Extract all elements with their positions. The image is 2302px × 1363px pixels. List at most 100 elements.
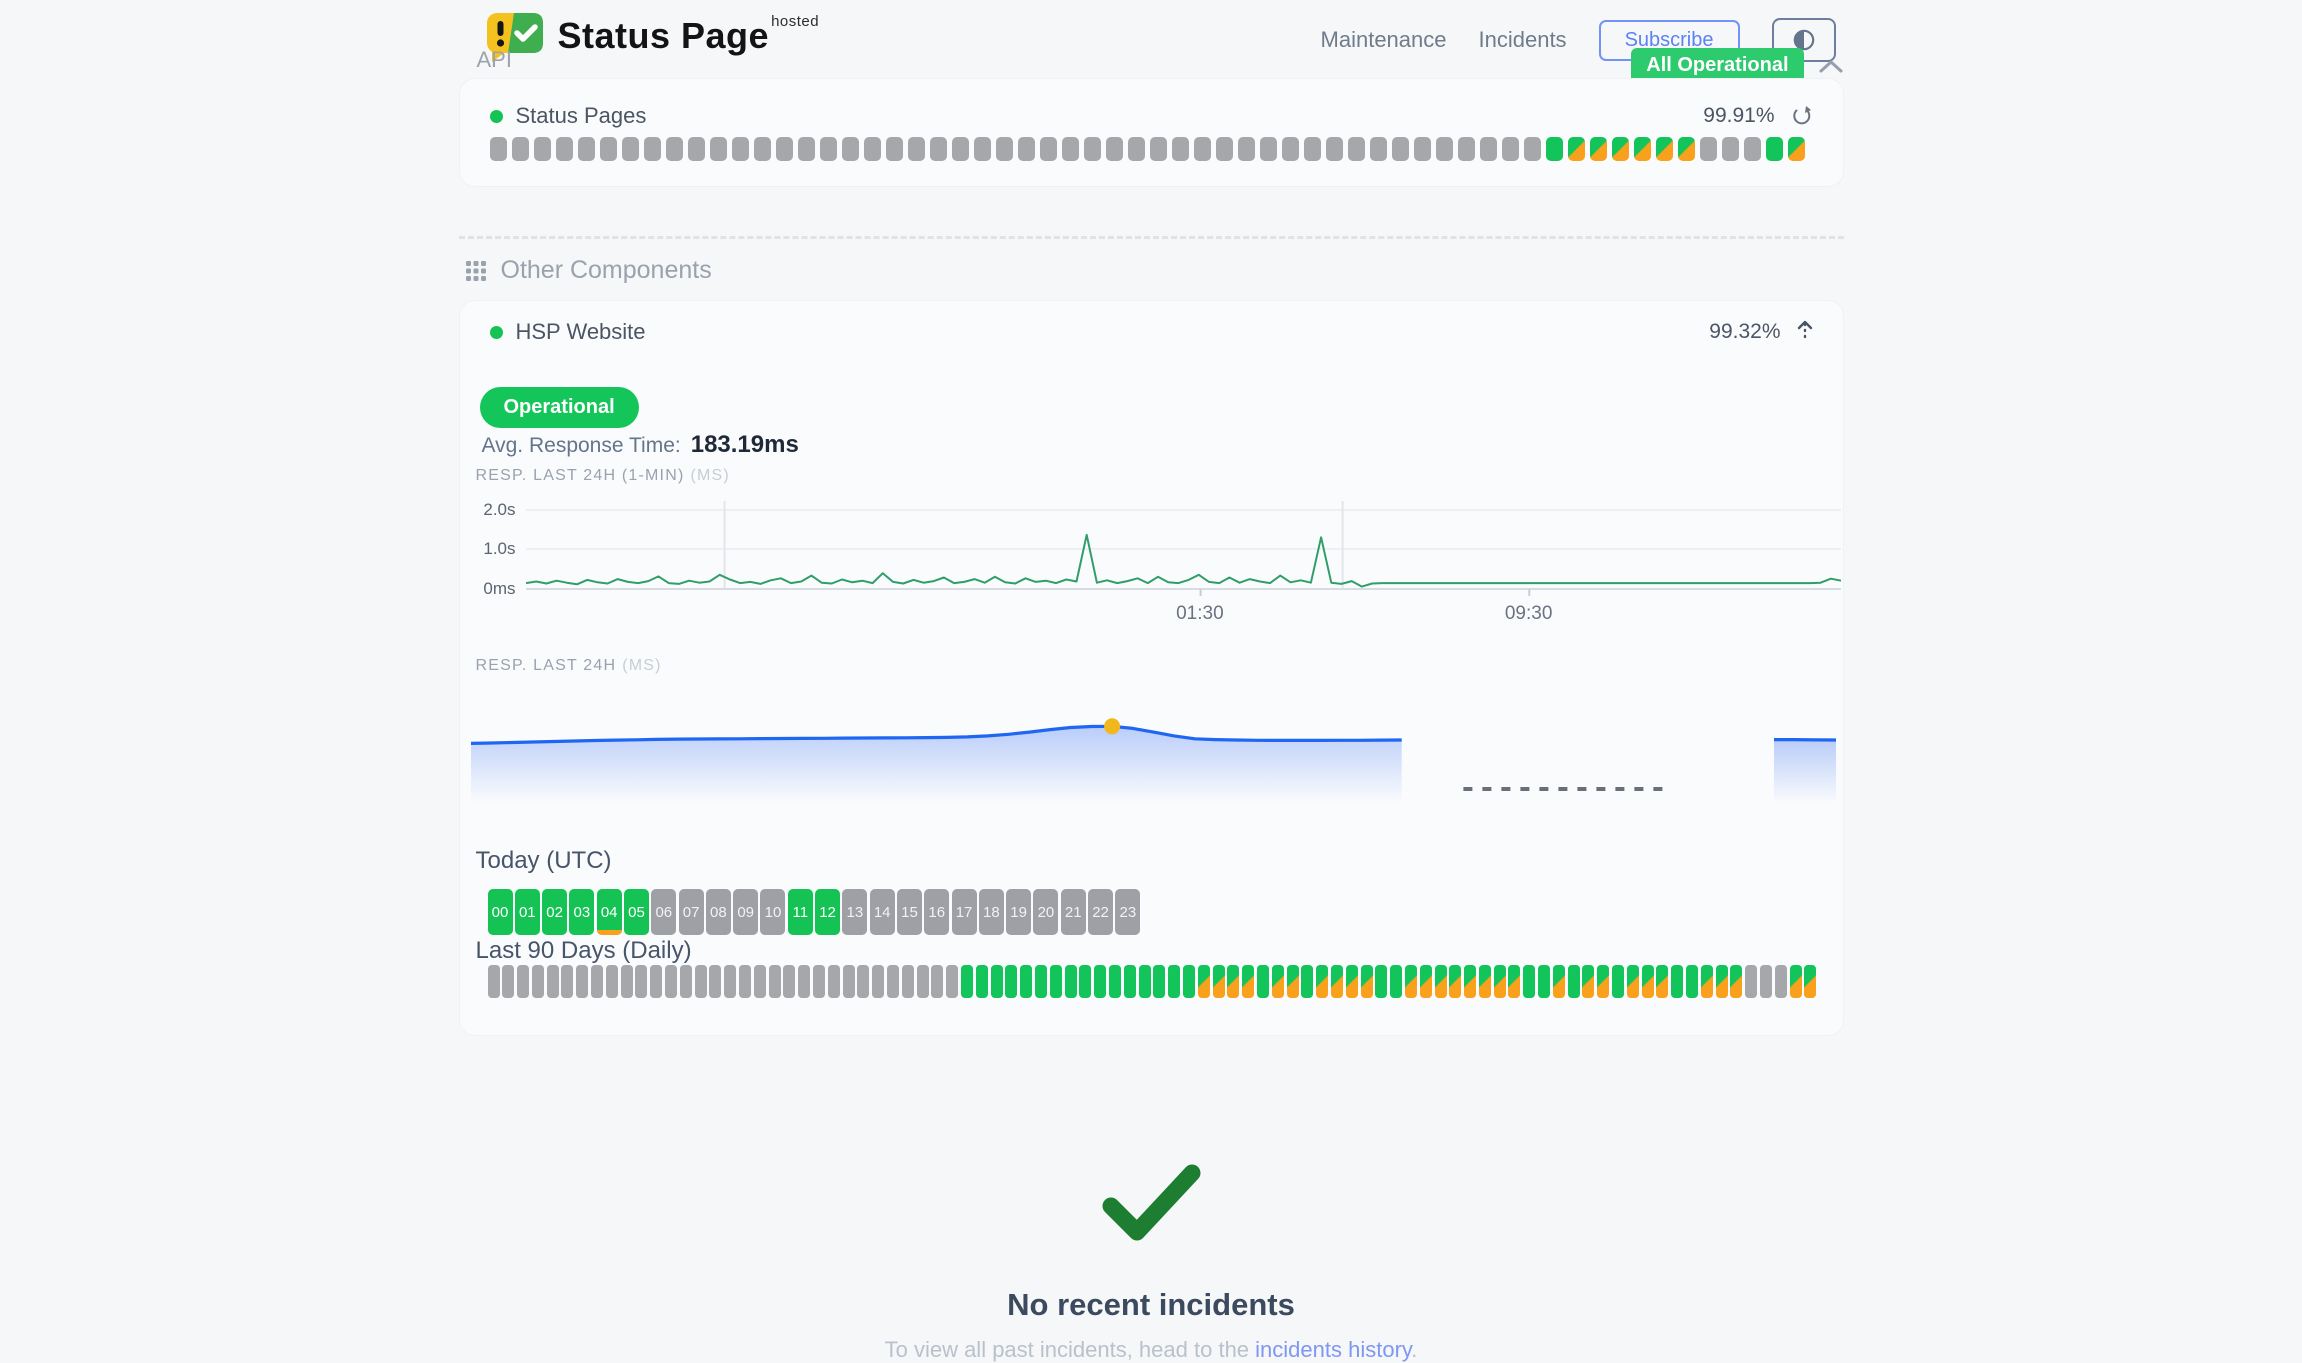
uptime-bar[interactable]	[1627, 965, 1639, 998]
hour-block[interactable]: 10	[760, 889, 785, 935]
hour-block[interactable]: 15	[897, 889, 922, 935]
uptime-bar[interactable]	[820, 137, 837, 161]
uptime-bar[interactable]	[1716, 965, 1728, 998]
hour-block[interactable]: 13	[842, 889, 867, 935]
uptime-bar[interactable]	[650, 965, 662, 998]
uptime-bar[interactable]	[1257, 965, 1269, 998]
uptime-bar[interactable]	[1282, 137, 1299, 161]
uptime-bar[interactable]	[1020, 965, 1032, 998]
uptime-bar[interactable]	[1730, 965, 1742, 998]
uptime-bar[interactable]	[1546, 137, 1563, 161]
uptime-bar[interactable]	[1524, 137, 1541, 161]
nav-maintenance[interactable]: Maintenance	[1321, 27, 1447, 53]
uptime-bar[interactable]	[1722, 137, 1739, 161]
uptime-bar[interactable]	[1213, 965, 1225, 998]
uptime-bar[interactable]	[754, 965, 766, 998]
uptime-bar[interactable]	[1479, 965, 1491, 998]
hour-block[interactable]: 19	[1006, 889, 1031, 935]
hour-block[interactable]: 05	[624, 889, 649, 935]
uptime-bar[interactable]	[665, 965, 677, 998]
uptime-bar[interactable]	[710, 137, 727, 161]
uptime-bar[interactable]	[1568, 965, 1580, 998]
hour-block[interactable]: 04	[597, 889, 622, 935]
uptime-bar[interactable]	[621, 965, 633, 998]
response-time-chart-24h[interactable]	[471, 689, 1836, 814]
uptime-bar[interactable]	[1790, 965, 1802, 998]
uptime-bar[interactable]	[1242, 965, 1254, 998]
uptime-bar[interactable]	[517, 965, 529, 998]
hour-block[interactable]: 00	[488, 889, 513, 935]
uptime-bar[interactable]	[1198, 965, 1210, 998]
uptime-bar[interactable]	[1346, 965, 1358, 998]
uptime-bar[interactable]	[1227, 965, 1239, 998]
uptime-bar[interactable]	[578, 137, 595, 161]
uptime-bar[interactable]	[1508, 965, 1520, 998]
uptime-bar[interactable]	[769, 965, 781, 998]
uptime-bar[interactable]	[1656, 965, 1668, 998]
uptime-bar[interactable]	[843, 965, 855, 998]
uptime-bar[interactable]	[635, 965, 647, 998]
uptime-bar[interactable]	[666, 137, 683, 161]
brand[interactable]: Status Pagehosted	[484, 10, 818, 66]
uptime-bar[interactable]	[1035, 965, 1047, 998]
hour-block[interactable]: 02	[542, 889, 567, 935]
hour-block[interactable]: 18	[979, 889, 1004, 935]
uptime-bar[interactable]	[1538, 965, 1550, 998]
uptime-bar[interactable]	[1326, 137, 1343, 161]
uptime-bar[interactable]	[1671, 965, 1683, 998]
uptime-bar[interactable]	[872, 965, 884, 998]
uptime-bar[interactable]	[709, 965, 721, 998]
hour-block[interactable]: 17	[952, 889, 977, 935]
uptime-bar[interactable]	[732, 137, 749, 161]
hour-block[interactable]: 22	[1088, 889, 1113, 935]
uptime-bar[interactable]	[490, 137, 507, 161]
uptime-bar[interactable]	[917, 965, 929, 998]
hour-block[interactable]: 23	[1115, 889, 1140, 935]
uptime-bar[interactable]	[828, 965, 840, 998]
uptime-bar[interactable]	[1106, 137, 1123, 161]
uptime-bar[interactable]	[1260, 137, 1277, 161]
uptime-bar[interactable]	[1272, 965, 1284, 998]
uptime-bar[interactable]	[1458, 137, 1475, 161]
uptime-bar[interactable]	[1375, 965, 1387, 998]
uptime-bar[interactable]	[1301, 965, 1313, 998]
uptime-bar[interactable]	[1502, 137, 1519, 161]
uptime-bar[interactable]	[561, 965, 573, 998]
uptime-bar[interactable]	[1634, 137, 1651, 161]
uptime-bar[interactable]	[1139, 965, 1151, 998]
uptime-bar[interactable]	[1392, 137, 1409, 161]
uptime-bar[interactable]	[1582, 965, 1594, 998]
uptime-bar[interactable]	[534, 137, 551, 161]
uptime-bar[interactable]	[1700, 137, 1717, 161]
uptime-bar[interactable]	[488, 965, 500, 998]
chevron-up-icon[interactable]	[1818, 58, 1844, 74]
uptime-bar[interactable]	[1642, 965, 1654, 998]
uptime-bar[interactable]	[813, 965, 825, 998]
uptime-bar[interactable]	[1370, 137, 1387, 161]
hour-block[interactable]: 08	[706, 889, 731, 935]
uptime-bar[interactable]	[1804, 965, 1816, 998]
uptime-bar[interactable]	[1238, 137, 1255, 161]
uptime-bar[interactable]	[1414, 137, 1431, 161]
uptime-bar[interactable]	[695, 965, 707, 998]
uptime-bar[interactable]	[1040, 137, 1057, 161]
uptime-bar[interactable]	[902, 965, 914, 998]
uptime-bar[interactable]	[1436, 137, 1453, 161]
nav-incidents[interactable]: Incidents	[1479, 27, 1567, 53]
uptime-bar[interactable]	[1405, 965, 1417, 998]
uptime-bar[interactable]	[1194, 137, 1211, 161]
hour-block[interactable]: 07	[679, 889, 704, 935]
uptime-bar[interactable]	[798, 965, 810, 998]
uptime-bar[interactable]	[754, 137, 771, 161]
uptime-bar[interactable]	[1124, 965, 1136, 998]
uptime-bar[interactable]	[864, 137, 881, 161]
uptime-bar[interactable]	[1065, 965, 1077, 998]
uptime-bar[interactable]	[1494, 965, 1506, 998]
uptime-bar[interactable]	[644, 137, 661, 161]
uptime-bar[interactable]	[1079, 965, 1091, 998]
uptime-bar[interactable]	[680, 965, 692, 998]
uptime-bar[interactable]	[1050, 965, 1062, 998]
uptime-bar[interactable]	[1094, 965, 1106, 998]
uptime-bar[interactable]	[1435, 965, 1447, 998]
component-row-status-pages[interactable]: Status Pages 99.91%	[490, 103, 1813, 129]
